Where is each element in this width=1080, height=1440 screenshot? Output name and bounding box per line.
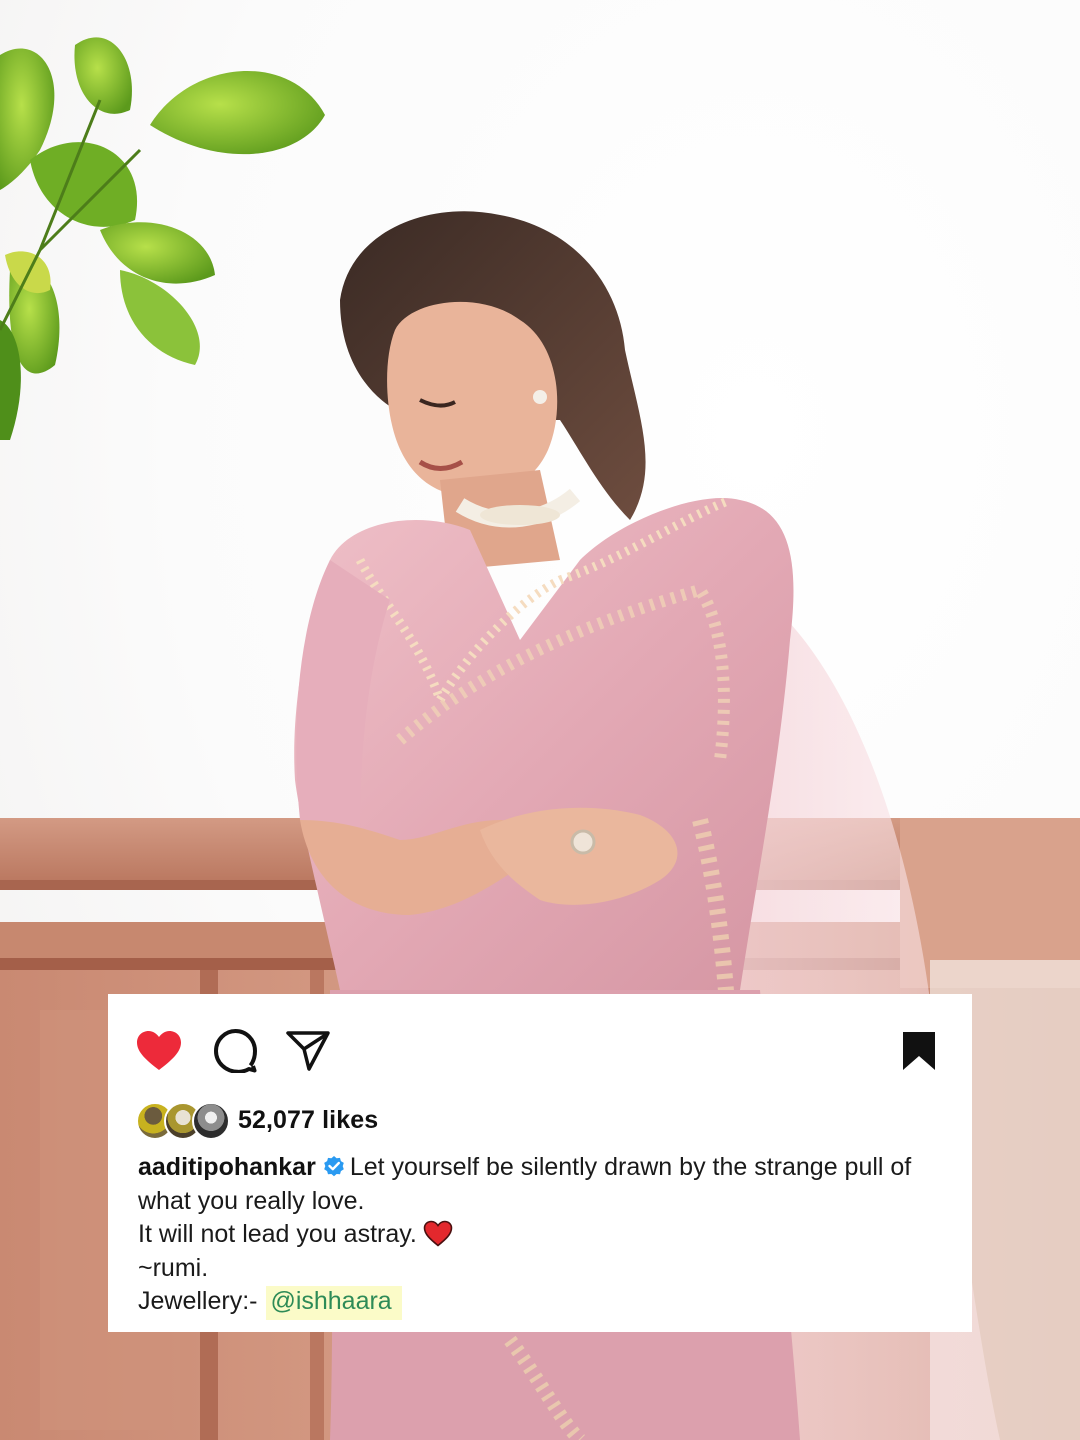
post-card: 52,077 likes aaditipohankar Let yourself… <box>108 994 972 1332</box>
caption-line-3: It will not lead you astray. <box>138 1220 417 1248</box>
mention-link[interactable]: @ishhaara <box>266 1286 402 1320</box>
like-button[interactable] <box>134 1026 184 1076</box>
bookmark-filled-icon <box>903 1032 935 1070</box>
caption-line-4: ~rumi. <box>138 1253 209 1282</box>
caption-line-2: what you really love. <box>138 1186 365 1215</box>
likes-summary[interactable]: 52,077 likes <box>136 1099 378 1141</box>
save-button[interactable] <box>894 1026 944 1076</box>
ring <box>570 829 596 855</box>
likes-count[interactable]: 52,077 likes <box>238 1106 378 1135</box>
caption-line-5: Jewellery:- <box>138 1287 258 1315</box>
heart-filled-icon <box>137 1031 181 1070</box>
red-heart-emoji-icon <box>423 1220 453 1247</box>
share-button[interactable] <box>283 1026 333 1076</box>
liker-avatars <box>136 1100 230 1140</box>
post-caption: aaditipohankar Let yourself be silently … <box>138 1151 958 1320</box>
speech-bubble-icon <box>214 1029 257 1073</box>
face <box>387 301 558 497</box>
plant-leaves <box>0 37 325 440</box>
avatar <box>192 1102 230 1140</box>
caption-line-1: Let yourself be silently drawn by the st… <box>349 1153 912 1181</box>
username-link[interactable]: aaditipohankar <box>138 1153 316 1181</box>
verified-badge-icon <box>324 1156 344 1177</box>
comment-button[interactable] <box>210 1026 260 1076</box>
post-action-bar <box>108 994 972 1104</box>
paper-plane-icon <box>286 1031 330 1071</box>
